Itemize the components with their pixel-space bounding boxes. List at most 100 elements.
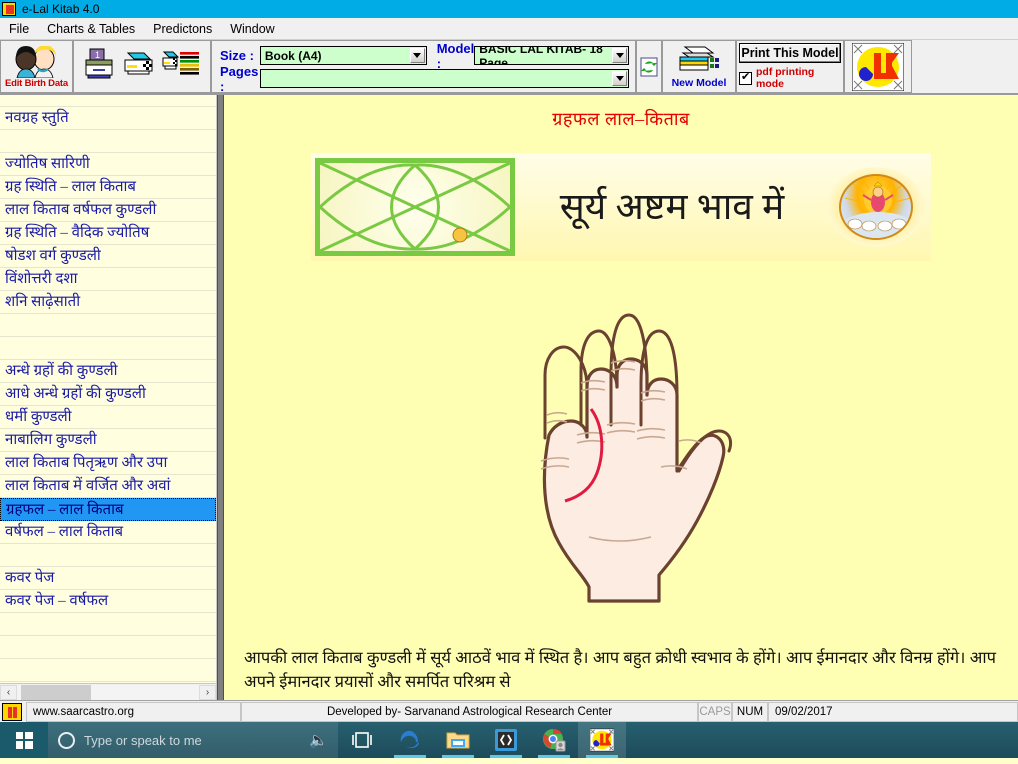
- date-status: 09/02/2017: [768, 701, 1018, 722]
- sidebar-item[interactable]: लाल किताब पितृऋण और उपा: [0, 452, 216, 475]
- sidebar-item[interactable]: अन्धे ग्रहों की कुण्डली: [0, 360, 216, 383]
- model-label: Model :: [436, 40, 475, 71]
- pages-label: Pages :: [220, 63, 259, 94]
- sidebar-item[interactable]: कवर पेज – वर्षफल: [0, 590, 216, 613]
- sidebar: नवग्रह स्तुति ज्योतिष सारिणी ग्रह स्थिति –…: [0, 95, 217, 700]
- scrollbar-thumb[interactable]: [21, 684, 91, 700]
- pane-splitter[interactable]: [217, 95, 224, 700]
- sidebar-spacer: [0, 95, 216, 107]
- lal-kitab-status-icon: [2, 702, 22, 721]
- lal-kitab-logo-icon: [2, 2, 16, 16]
- sidebar-horizontal-scrollbar[interactable]: ‹ ›: [0, 683, 216, 700]
- sidebar-item[interactable]: ग्रहफल – लाल किताब: [0, 498, 216, 521]
- sidebar-item[interactable]: नवग्रह स्तुति: [0, 107, 216, 130]
- windows-start-icon[interactable]: [0, 722, 48, 758]
- sidebar-list[interactable]: नवग्रह स्तुति ज्योतिष सारिणी ग्रह स्थिति –…: [0, 95, 216, 683]
- main-toolbar: Edit Birth Data 1 Size: Book (A4) Model…: [0, 40, 1018, 95]
- sidebar-item[interactable]: ज्योतिष सारिणी: [0, 153, 216, 176]
- edge-browser-icon[interactable]: [386, 722, 434, 758]
- print-this-model-button[interactable]: Print This Model: [739, 43, 841, 63]
- scrollbar-track[interactable]: [17, 684, 199, 700]
- sidebar-item[interactable]: कवर पेज: [0, 567, 216, 590]
- menu-item-charts-tables[interactable]: Charts & Tables: [38, 20, 144, 38]
- page-title: ग्रहफल लाल–किताब: [552, 109, 690, 129]
- sidebar-spacer: [0, 314, 216, 337]
- new-model-label: New Model: [671, 76, 727, 89]
- window-title: e-Lal Kitab 4.0: [22, 2, 100, 16]
- surya-deity-icon: [827, 167, 925, 247]
- print-preview-icon[interactable]: [122, 49, 156, 84]
- brand-logo-button[interactable]: [844, 40, 912, 93]
- work-area: नवग्रह स्तुति ज्योतिष सारिणी ग्रह स्थिति –…: [0, 95, 1018, 700]
- edit-birth-data-label: Edit Birth Data: [5, 78, 68, 89]
- two-faces-icon: [8, 45, 66, 79]
- refresh-icon: [640, 57, 658, 76]
- sidebar-item[interactable]: ग्रह स्थिति – लाल किताब: [0, 176, 216, 199]
- lal-kitab-app-icon[interactable]: [578, 722, 626, 758]
- chevron-left-icon[interactable]: ‹: [0, 684, 17, 700]
- chevron-down-icon[interactable]: [612, 48, 628, 63]
- pdf-printing-mode-label: pdf printing mode: [756, 66, 815, 90]
- chrome-browser-icon[interactable]: [530, 722, 578, 758]
- website-status[interactable]: www.saarcastro.org: [26, 701, 241, 722]
- prediction-paragraph: आपकी लाल किताब कुण्डली में सूर्य आठवें भ…: [244, 648, 996, 691]
- sidebar-item[interactable]: षोडश वर्ग कुण्डली: [0, 245, 216, 268]
- chevron-down-icon[interactable]: [612, 71, 627, 86]
- size-label: Size :: [220, 48, 254, 63]
- sidebar-item[interactable]: आधे अन्धे ग्रहों की कुण्डली: [0, 383, 216, 406]
- document-settings-group: Size : Book (A4) Model : BASIC LAL KITAB…: [211, 40, 636, 94]
- menu-bar: File Charts & Tables Predictons Window: [0, 18, 1018, 40]
- new-model-button[interactable]: New Model: [662, 40, 736, 93]
- search-placeholder: Type or speak to me: [84, 732, 202, 748]
- pdf-printing-mode-row[interactable]: pdf printing mode: [739, 66, 841, 90]
- edit-birth-data-button[interactable]: Edit Birth Data: [0, 40, 73, 93]
- sidebar-item[interactable]: विंशोत्तरी दशा: [0, 268, 216, 291]
- sidebar-spacer: [0, 636, 216, 659]
- svg-text:1: 1: [95, 50, 100, 60]
- document-viewer: ग्रहफल लाल–किताब सूर्य अष्टम भाव में आपक…: [224, 95, 1018, 700]
- sidebar-spacer: [0, 613, 216, 636]
- sidebar-spacer: [0, 544, 216, 567]
- caps-lock-indicator: CAPS: [698, 701, 732, 722]
- size-select[interactable]: Book (A4): [259, 46, 427, 65]
- cortana-circle-icon: [58, 731, 75, 749]
- pdf-printing-mode-checkbox[interactable]: [739, 71, 752, 85]
- sidebar-item[interactable]: शनि साढ़ेसाती: [0, 291, 216, 314]
- banner-heading: सूर्य अष्टम भाव में: [559, 186, 785, 228]
- menu-item-file[interactable]: File: [0, 20, 38, 38]
- print-model-group: Print This Model pdf printing mode: [736, 40, 844, 93]
- chevron-right-icon[interactable]: ›: [199, 684, 216, 700]
- cortana-search-box[interactable]: Type or speak to me 🔈: [48, 722, 338, 758]
- printer-color-icon: [679, 46, 719, 70]
- pages-select[interactable]: [260, 69, 629, 88]
- sidebar-item[interactable]: नाबालिग कुण्डली: [0, 429, 216, 452]
- color-bars-icon[interactable]: [161, 49, 201, 84]
- north-indian-kundli-chart: [315, 158, 515, 256]
- brackets-editor-icon[interactable]: [482, 722, 530, 758]
- sidebar-item[interactable]: धर्मी कुण्डली: [0, 406, 216, 429]
- refresh-button[interactable]: [636, 40, 662, 93]
- task-view-icon[interactable]: [338, 722, 386, 758]
- status-bar: www.saarcastro.org Developed by- Sarvana…: [0, 700, 1018, 722]
- microphone-icon[interactable]: 🔈: [309, 731, 328, 749]
- chevron-down-icon[interactable]: [409, 48, 425, 63]
- num-lock-indicator: NUM: [732, 701, 768, 722]
- menu-item-predictons[interactable]: Predictons: [144, 20, 221, 38]
- size-select-value: Book (A4): [264, 48, 322, 63]
- menu-item-window[interactable]: Window: [221, 20, 283, 38]
- developer-status: Developed by- Sarvanand Astrological Res…: [241, 701, 698, 722]
- sidebar-item[interactable]: ग्रह स्थिति – वैदिक ज्योतिष: [0, 222, 216, 245]
- sidebar-spacer: [0, 337, 216, 360]
- sidebar-item[interactable]: लाल किताब में वर्जित और अवां: [0, 475, 216, 498]
- palm-hand-diagram: [471, 275, 771, 605]
- file-explorer-icon[interactable]: [434, 722, 482, 758]
- model-select-value: BASIC LAL KITAB- 18 Page: [479, 46, 603, 65]
- taskbar-icons: [338, 722, 626, 758]
- model-select[interactable]: BASIC LAL KITAB- 18 Page: [474, 46, 630, 65]
- printer-icon[interactable]: 1: [83, 47, 117, 86]
- sidebar-item[interactable]: वर्षफल – लाल किताब: [0, 521, 216, 544]
- window-title-bar: e-Lal Kitab 4.0: [0, 0, 1018, 18]
- sidebar-item[interactable]: लाल किताब वर्षफल कुण्डली: [0, 199, 216, 222]
- prediction-banner: सूर्य अष्टम भाव में: [311, 153, 931, 261]
